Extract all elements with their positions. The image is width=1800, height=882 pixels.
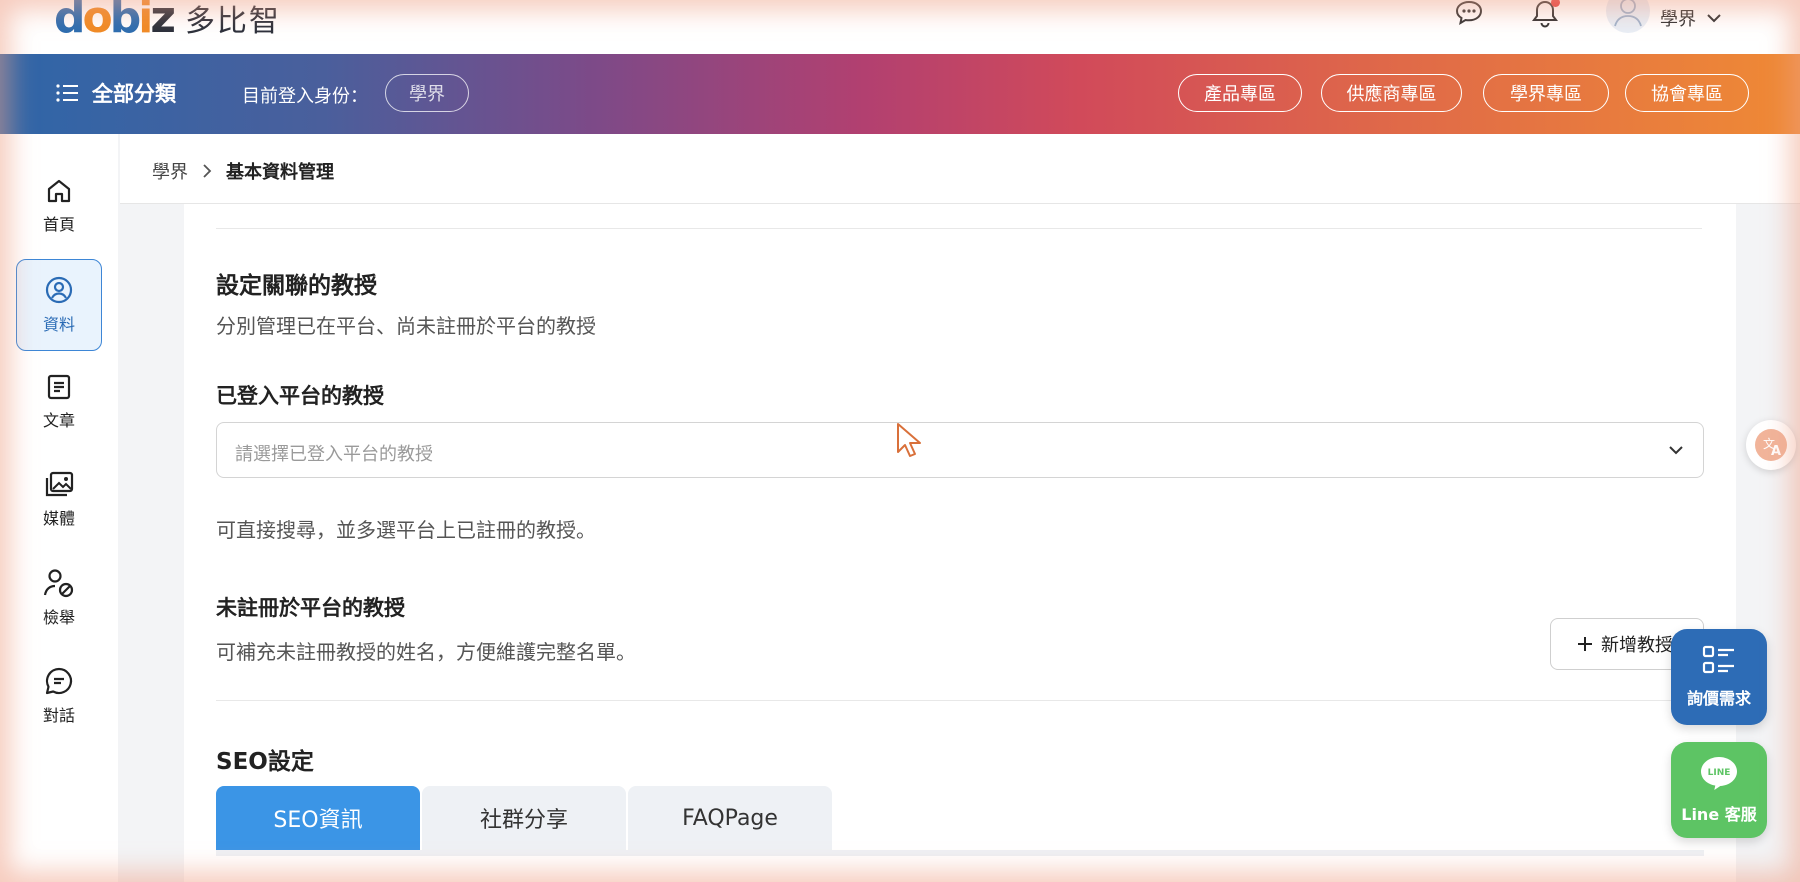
breadcrumb: 學界 基本資料管理 (152, 158, 334, 184)
notification-dot (1551, 0, 1560, 7)
sidebar-item-articles[interactable]: 文章 (16, 356, 102, 448)
user-menu[interactable]: 學界 (1606, 0, 1722, 36)
user-circle-icon (45, 276, 73, 304)
zone-suppliers-button[interactable]: 供應商專區 (1321, 74, 1462, 112)
chevron-down-icon (1669, 446, 1683, 455)
chevron-down-icon (1707, 14, 1721, 23)
sidebar-item-label: 首頁 (42, 215, 75, 234)
line-support-button[interactable]: LINE Line 客服 (1671, 742, 1767, 838)
login-identity-label: 目前登入身份： (242, 86, 368, 107)
all-categories-button[interactable]: 全部分類 (56, 78, 176, 108)
messages-icon[interactable] (1454, 0, 1484, 26)
section-description: 分別管理已在平台、尚未註冊於平台的教授 (216, 314, 596, 338)
tab-social-share[interactable]: 社群分享 (422, 786, 626, 850)
zone-academia-button[interactable]: 學界專區 (1483, 74, 1609, 112)
mouse-cursor-icon (897, 423, 921, 457)
tab-faqpage[interactable]: FAQPage (628, 786, 832, 850)
line-logo-text: LINE (1708, 768, 1731, 778)
quote-request-button[interactable]: 詢價需求 (1671, 629, 1767, 725)
breadcrumb-bar: 學界 基本資料管理 (120, 134, 1800, 204)
breadcrumb-current: 基本資料管理 (226, 162, 334, 183)
top-bar: dobiz 多比智 學界 (0, 0, 1800, 54)
seo-tabs: SEO資訊 社群分享 FAQPage (216, 786, 832, 850)
avatar (1606, 0, 1650, 33)
registered-hint: 可直接搜尋，並多選平台上已註冊的教授。 (216, 518, 596, 542)
sidebar-item-chat[interactable]: 對話 (16, 650, 102, 742)
add-professor-label: 新增教授 (1601, 635, 1673, 656)
user-name: 學界 (1660, 9, 1696, 30)
translate-button[interactable]: 文A (1746, 420, 1796, 470)
sidebar-item-label: 文章 (42, 411, 75, 430)
report-user-icon (43, 569, 74, 598)
divider (216, 228, 1702, 229)
unregistered-hint: 可補充未註冊教授的姓名，方便維護完整名單。 (216, 640, 636, 664)
sidebar-item-report[interactable]: 檢舉 (16, 552, 102, 644)
zone-associations-button[interactable]: 協會專區 (1625, 74, 1749, 112)
section-title-professors: 設定關聯的教授 (216, 273, 377, 299)
registered-professors-select[interactable]: 請選擇已登入平台的教授 (216, 422, 1704, 478)
sidebar: 首頁 資料 文章 媒體 檢舉 對話 (0, 134, 118, 882)
sidebar-item-label: 媒體 (42, 509, 75, 528)
logo-text: 多比智 (184, 4, 281, 39)
breadcrumb-root[interactable]: 學界 (152, 158, 188, 184)
svg-text:A: A (1771, 444, 1781, 459)
home-icon (47, 179, 71, 203)
brand-logo[interactable]: dobiz 多比智 (54, 0, 281, 40)
document-icon (47, 374, 71, 400)
category-header: 全部分類 目前登入身份： 學界 產品專區 供應商專區 學界專區 協會專區 (0, 54, 1800, 134)
list-icon (56, 84, 78, 102)
tab-panel-edge (216, 850, 1704, 856)
line-support-label: Line 客服 (1681, 805, 1757, 824)
select-placeholder: 請選擇已登入平台的教授 (235, 444, 433, 465)
chat-icon (45, 667, 73, 695)
divider (216, 700, 1702, 701)
quote-request-label: 詢價需求 (1686, 689, 1751, 708)
sidebar-item-label: 資料 (42, 315, 75, 334)
all-categories-label: 全部分類 (92, 82, 176, 106)
bell-icon[interactable] (1532, 0, 1560, 28)
sidebar-item-label: 檢舉 (42, 608, 75, 627)
content-card: 設定關聯的教授 分別管理已在平台、尚未註冊於平台的教授 已登入平台的教授 請選擇… (184, 204, 1736, 882)
sidebar-item-media[interactable]: 媒體 (16, 454, 102, 546)
sidebar-item-label: 對話 (42, 706, 75, 725)
translate-icon: 文A (1755, 429, 1787, 461)
tab-seo-info[interactable]: SEO資訊 (216, 786, 420, 850)
login-role-badge: 學界 (385, 74, 469, 112)
sidebar-item-profile[interactable]: 資料 (16, 259, 102, 351)
list-grid-icon (1702, 645, 1734, 674)
unregistered-professors-title: 未註冊於平台的教授 (216, 596, 405, 620)
media-icon (45, 471, 74, 497)
plus-icon (1578, 637, 1592, 651)
registered-professors-title: 已登入平台的教授 (216, 384, 384, 408)
chevron-right-icon (203, 164, 212, 178)
zone-products-button[interactable]: 產品專區 (1178, 74, 1302, 112)
sidebar-item-home[interactable]: 首頁 (16, 160, 102, 252)
seo-section-title: SEO設定 (216, 749, 314, 775)
logo-mark: dobiz (54, 0, 176, 43)
line-chat-icon: LINE (1701, 757, 1737, 790)
